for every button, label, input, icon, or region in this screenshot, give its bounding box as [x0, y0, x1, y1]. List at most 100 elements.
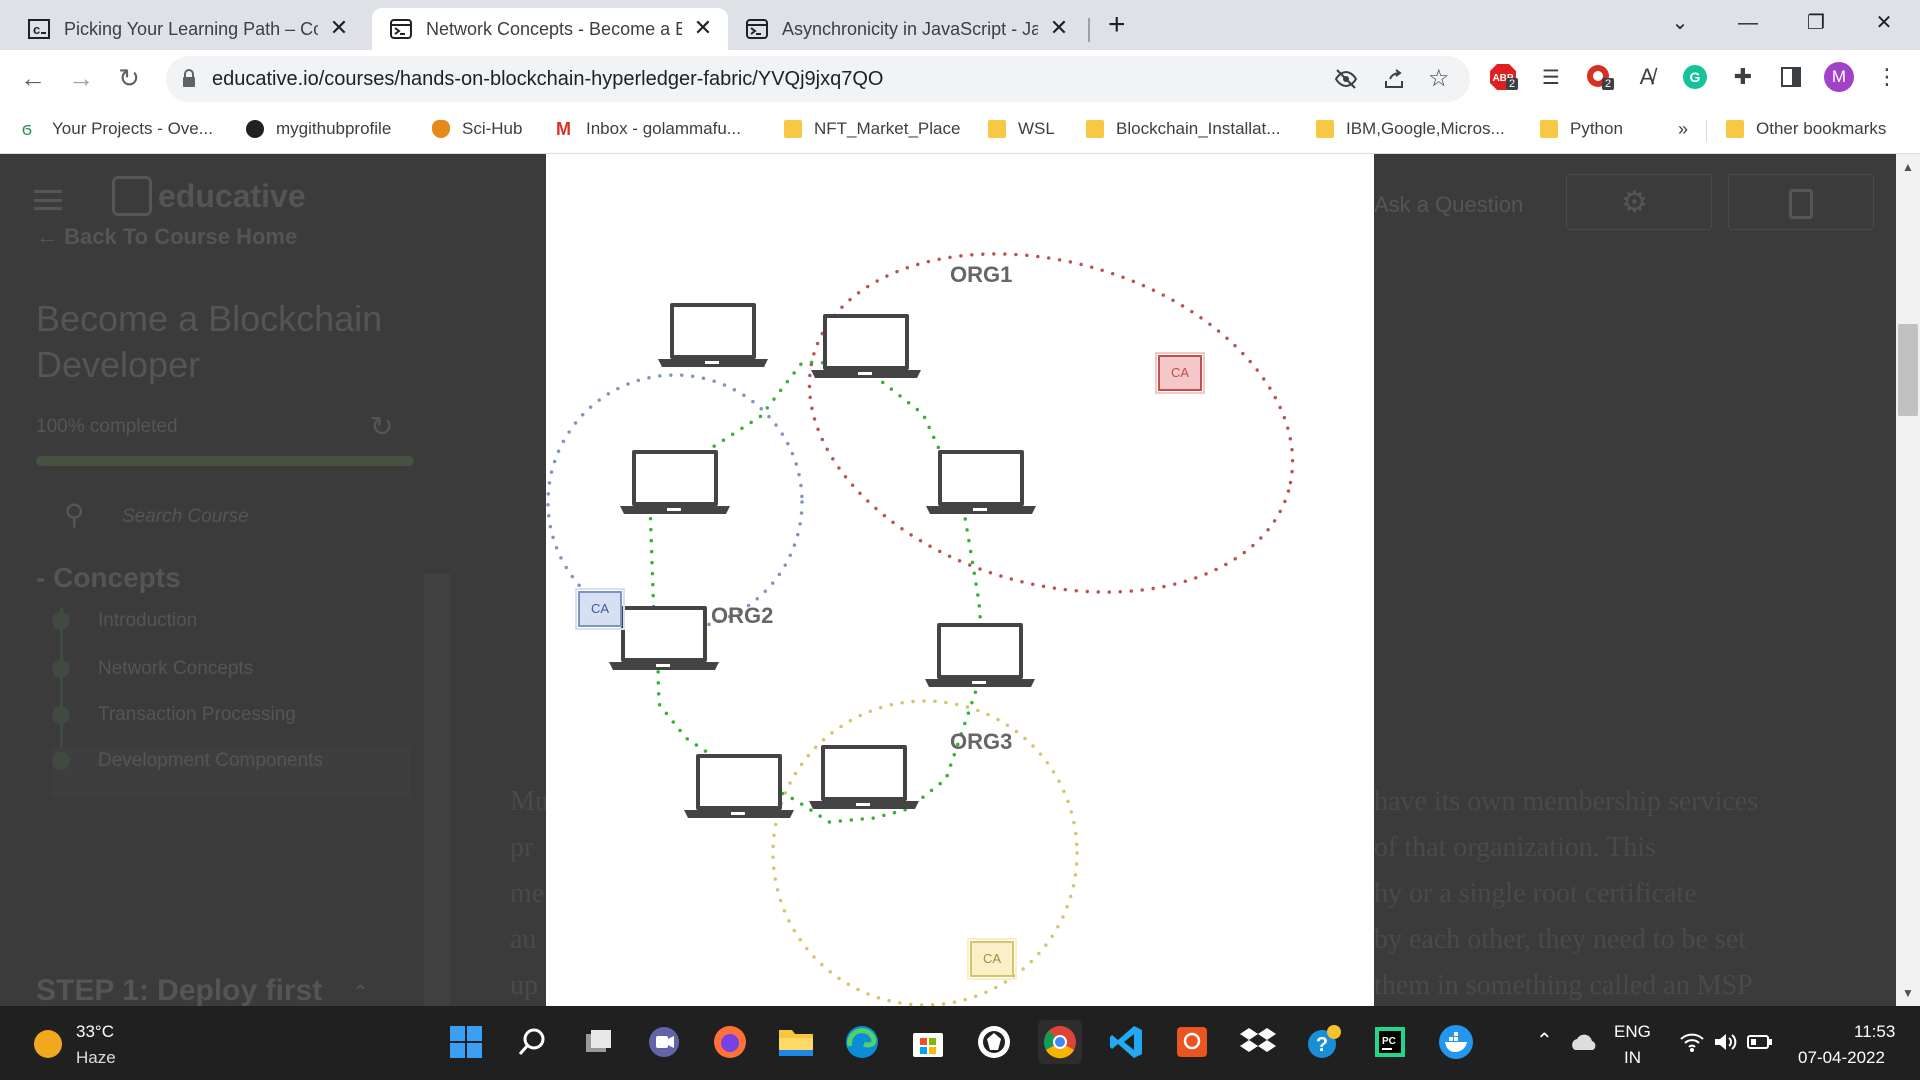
url-text[interactable]: educative.io/courses/hands-on-blockchain… — [212, 68, 883, 91]
reload-icon[interactable]: ↻ — [112, 62, 146, 96]
svg-text:c: c — [33, 22, 40, 37]
refresh-progress-icon[interactable]: ↻ — [370, 410, 393, 443]
windows-start-icon[interactable] — [444, 1020, 488, 1064]
bookmark-nft-market-place[interactable]: NFT_Market_Place — [784, 114, 960, 144]
prose-fragment: au — [510, 924, 537, 955]
red-extension-icon[interactable]: 2 — [1584, 62, 1615, 92]
prose-fragment: pr — [510, 832, 534, 863]
hamburger-menu-icon[interactable] — [34, 190, 62, 210]
share-icon[interactable] — [1382, 67, 1406, 91]
ca-box-org1: CA — [1155, 352, 1205, 394]
temperature[interactable]: 33°C — [76, 1022, 114, 1042]
section-title[interactable]: - Concepts — [36, 562, 181, 594]
notes-button[interactable] — [1728, 174, 1874, 230]
clock-time[interactable]: 11:53 — [1854, 1022, 1895, 1042]
profile-avatar[interactable]: M — [1824, 62, 1854, 92]
spell-check-icon[interactable]: A̸ — [1632, 62, 1662, 92]
bookmark-other[interactable]: Other bookmarks — [1726, 114, 1886, 144]
laptop-icon — [811, 314, 921, 378]
github-desktop-icon[interactable] — [972, 1020, 1016, 1064]
chevron-up-icon[interactable]: ⌃ — [352, 980, 369, 1005]
eye-off-icon[interactable] — [1334, 67, 1358, 91]
bookmark-mygithubprofile[interactable]: mygithubprofile — [246, 114, 391, 144]
step-title[interactable]: STEP 1: Deploy first — [36, 974, 322, 1006]
address-bar[interactable]: educative.io/courses/hands-on-blockchain… — [166, 56, 1470, 102]
battery-icon[interactable] — [1738, 1020, 1782, 1064]
chrome-icon[interactable] — [1038, 1020, 1082, 1064]
close-tab-icon[interactable]: ✕ — [328, 17, 350, 40]
page-scrollbar[interactable]: ▲ ▼ — [1896, 154, 1920, 1006]
vscode-icon[interactable] — [1104, 1020, 1148, 1064]
bookmark-star-icon[interactable]: ☆ — [1428, 64, 1450, 93]
prose-fragment: Mu — [510, 786, 549, 817]
language-region[interactable]: IN — [1624, 1048, 1641, 1068]
folder-icon — [784, 120, 802, 138]
bookmark-blockchain-installation[interactable]: Blockchain_Installat... — [1086, 114, 1280, 144]
lock-icon[interactable] — [182, 69, 196, 89]
edge-icon[interactable] — [840, 1020, 884, 1064]
bookmark-ibm-google[interactable]: IBM,Google,Micros... — [1316, 114, 1505, 144]
bookmarks-overflow-button[interactable]: » — [1678, 114, 1688, 144]
tab-search-chevron-icon[interactable]: ⌄ — [1660, 6, 1700, 40]
bookmark-wsl[interactable]: WSL — [988, 114, 1055, 144]
tab-separator — [1088, 18, 1090, 42]
scroll-down-arrow-icon[interactable]: ▼ — [1902, 986, 1914, 1000]
grammarly-icon[interactable]: G — [1680, 62, 1710, 92]
microsoft-store-icon[interactable] — [906, 1020, 950, 1064]
extensions-puzzle-icon[interactable]: ✚ — [1728, 62, 1758, 92]
bookmark-label: Sci-Hub — [462, 119, 523, 138]
pycharm-icon[interactable]: PC — [1368, 1020, 1412, 1064]
firefox-icon[interactable] — [708, 1020, 752, 1064]
leaf-icon: ϭ — [22, 119, 32, 139]
back-arrow-icon[interactable]: ← — [16, 62, 50, 96]
close-tab-icon[interactable]: ✕ — [692, 17, 714, 40]
bookmark-sci-hub[interactable]: Sci-Hub — [432, 114, 522, 144]
ask-question-button[interactable]: Ask a Question — [1374, 192, 1523, 218]
adblock-extension-icon[interactable]: ABP 2 — [1488, 62, 1519, 92]
teams-chat-icon[interactable] — [642, 1020, 686, 1064]
task-view-icon[interactable] — [576, 1020, 620, 1064]
clock-date[interactable]: 07-04-2022 — [1798, 1048, 1885, 1068]
tab-network-concepts[interactable]: Network Concepts - Become a Bl ✕ — [372, 8, 728, 50]
sidebar-scrollbar[interactable] — [424, 574, 450, 1006]
chrome-menu-icon[interactable]: ⋮ — [1872, 62, 1902, 92]
minimize-icon[interactable]: — — [1728, 6, 1768, 40]
weather-condition[interactable]: Haze — [76, 1048, 116, 1068]
logo-text[interactable]: educative — [158, 178, 306, 215]
back-to-course-link[interactable]: ← Back To Course Home — [36, 224, 297, 250]
dropbox-icon[interactable] — [1236, 1020, 1280, 1064]
search-icon[interactable] — [510, 1020, 554, 1064]
lesson-network-concepts[interactable]: Network Concepts — [98, 658, 253, 680]
weather-sun-icon[interactable] — [34, 1030, 62, 1058]
image-lightbox[interactable]: ORG1 ORG2 ORG3 CA CA CA — [546, 154, 1374, 1006]
reading-list-icon[interactable]: ☰ — [1536, 62, 1566, 92]
show-hidden-icons-chevron[interactable]: ⌃ — [1536, 1028, 1553, 1053]
language-indicator[interactable]: ENG — [1614, 1022, 1651, 1042]
scroll-up-arrow-icon[interactable]: ▲ — [1902, 160, 1914, 174]
scrollbar-thumb[interactable] — [1898, 324, 1918, 416]
forward-arrow-icon[interactable]: → — [64, 62, 98, 96]
bookmark-label: Python — [1570, 119, 1623, 138]
side-panel-icon[interactable] — [1776, 62, 1806, 92]
lesson-introduction[interactable]: Introduction — [98, 610, 197, 632]
bookmark-your-projects[interactable]: ϭ Your Projects - Ove... — [22, 114, 213, 144]
bookmark-inbox[interactable]: M Inbox - golammafu... — [556, 114, 741, 144]
close-tab-icon[interactable]: ✕ — [1048, 17, 1070, 40]
ubuntu-terminal-icon[interactable] — [1170, 1020, 1214, 1064]
lesson-transaction-processing[interactable]: Transaction Processing — [98, 704, 296, 726]
file-explorer-icon[interactable] — [774, 1020, 818, 1064]
tab-title: Picking Your Learning Path – Cod — [64, 18, 318, 39]
tab-asynchronicity-js[interactable]: Asynchronicity in JavaScript - Jav ✕ — [728, 8, 1084, 50]
settings-button[interactable]: ⚙ — [1566, 174, 1712, 230]
educative-logo-icon — [112, 176, 152, 216]
new-tab-button[interactable]: + — [1108, 10, 1126, 40]
help-icon[interactable]: ? — [1302, 1020, 1346, 1064]
lesson-development-components[interactable]: Development Components — [98, 750, 323, 772]
close-window-icon[interactable]: ✕ — [1864, 6, 1904, 40]
bookmark-python[interactable]: Python — [1540, 114, 1623, 144]
docker-icon[interactable] — [1434, 1020, 1478, 1064]
onedrive-cloud-icon[interactable] — [1562, 1020, 1606, 1064]
tab-picking-learning-path[interactable]: c Picking Your Learning Path – Cod ✕ — [10, 8, 364, 50]
search-course-input[interactable]: Search Course — [122, 506, 249, 528]
restore-icon[interactable]: ❐ — [1796, 6, 1836, 40]
